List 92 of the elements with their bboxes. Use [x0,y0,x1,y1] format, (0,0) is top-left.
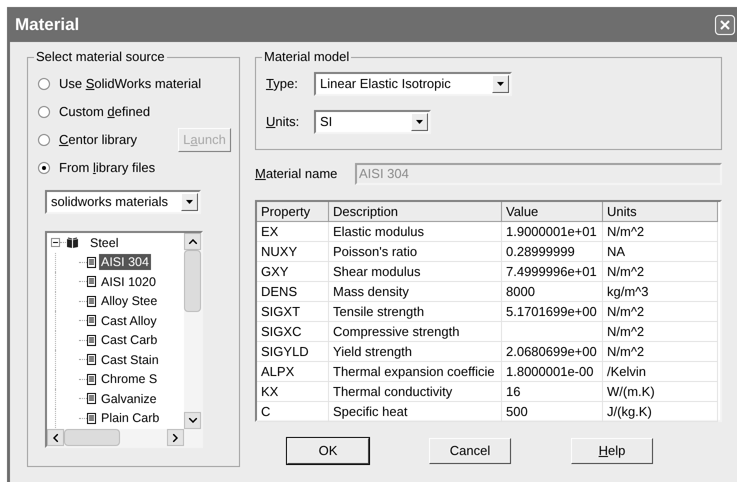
dialog-button[interactable]: Help [571,438,653,464]
units-dropdown[interactable]: SI [314,110,431,134]
window-title: Material [15,14,80,34]
material-name-label: Material name [255,166,338,182]
table-cell: Thermal conductivity [329,382,502,401]
table-cell: SIGXT [257,302,329,321]
table-cell: 7.4999996e+01 [502,262,603,281]
radio-button[interactable] [38,134,50,146]
document-icon [87,276,96,288]
tree-item[interactable]: Alloy Stee [99,293,160,310]
document-icon [87,315,96,326]
book-icon [66,236,79,249]
dialog-button[interactable]: Cancel [429,438,511,464]
table-cell: NA [603,242,718,261]
tree-item[interactable]: Chrome S [99,371,160,388]
dropdown-button[interactable] [181,193,198,211]
horizontal-scrollbar[interactable] [47,429,201,446]
table-cell: NUXY [257,242,329,261]
dialog-button[interactable]: OK [287,438,369,464]
radio-button[interactable] [38,78,50,90]
radio-label[interactable]: From library files [59,160,156,176]
tree-item[interactable]: Plain Carb [99,410,162,426]
table-cell: 8000 [502,282,603,301]
document-icon [87,393,96,404]
table-cell: EX [257,222,329,241]
document-icon [87,256,96,268]
table-cell: 5.1701699e+00 [502,302,603,321]
units-label: Units: [266,114,300,130]
tree-item[interactable]: Cast Stain [99,352,161,368]
column-header[interactable]: Property [257,202,329,222]
table-cell: DENS [257,282,329,301]
table-cell: ALPX [257,362,329,381]
radio-label[interactable]: Custom defined [59,104,150,120]
library-dropdown[interactable]: solidworks materials [45,190,201,214]
table-cell: Thermal expansion coefficie [329,362,502,381]
table-cell: /Kelvin [603,362,718,381]
close-button[interactable] [715,14,735,34]
table-cell: C [257,402,329,421]
table-cell: Elastic modulus [329,222,502,241]
table-cell: Yield strength [329,342,502,361]
table-cell: kg/m^3 [603,282,718,301]
radio-label[interactable]: Centor library [59,132,138,148]
tree-item[interactable]: Cast Alloy [99,312,159,329]
type-dropdown[interactable]: Linear Elastic Isotropic [314,72,512,96]
caret-icon [416,120,423,124]
type-label: Type: [266,76,299,92]
table-cell: SIGYLD [257,342,329,361]
table-cell: 1.9000001e+01 [502,222,603,241]
table-cell: KX [257,382,329,401]
table-cell: 1.8000001e-00 [502,362,603,381]
table-cell: Compressive strength [329,322,502,341]
table-cell: Poisson's ratio [329,242,502,261]
table-cell: N/m^2 [603,222,718,241]
tree-item[interactable]: AISI 1020 [99,274,158,290]
document-icon [87,296,96,307]
radio-button[interactable] [38,162,50,174]
table-cell: Tensile strength [329,302,502,321]
caret-icon [186,200,193,204]
table-cell: Specific heat [329,402,502,421]
radio-label[interactable]: Use SolidWorks material [59,76,202,92]
tree-item[interactable]: Steel [88,234,120,251]
tree-item[interactable]: Cast Carb [99,332,160,348]
dropdown-button[interactable] [411,113,428,131]
table-cell: N/m^2 [603,322,718,341]
column-header[interactable]: Units [603,202,718,222]
document-icon [87,374,96,385]
table-cell: GXY [257,262,329,281]
table-cell: N/m^2 [603,302,718,321]
table-cell: SIGXC [257,322,329,341]
column-header[interactable]: Description [329,202,502,222]
radio-button[interactable] [38,106,50,118]
table-cell: N/m^2 [603,342,718,361]
dropdown-button[interactable] [492,75,509,93]
table-cell: N/m^2 [603,262,718,281]
caret-icon [497,82,504,86]
table-cell: 500 [502,402,603,421]
table-cell: Shear modulus [329,262,502,281]
table-cell: 16 [502,382,603,401]
table-cell: 2.0680699e+00 [502,342,603,361]
table-cell: W/(m.K) [603,382,718,401]
tree-item[interactable]: AISI 304 [99,254,151,270]
collapse-icon[interactable] [51,238,60,248]
document-icon [87,354,96,366]
table-cell: Mass density [329,282,502,301]
column-header[interactable]: Value [502,202,603,222]
close-icon [720,20,730,30]
vertical-scrollbar[interactable] [184,233,201,429]
tree-item[interactable]: Galvanize [99,390,159,407]
table-cell: 0.28999999 [502,242,603,261]
document-icon [87,334,96,346]
table-cell: J/(kg.K) [603,402,718,421]
document-icon [87,412,96,424]
